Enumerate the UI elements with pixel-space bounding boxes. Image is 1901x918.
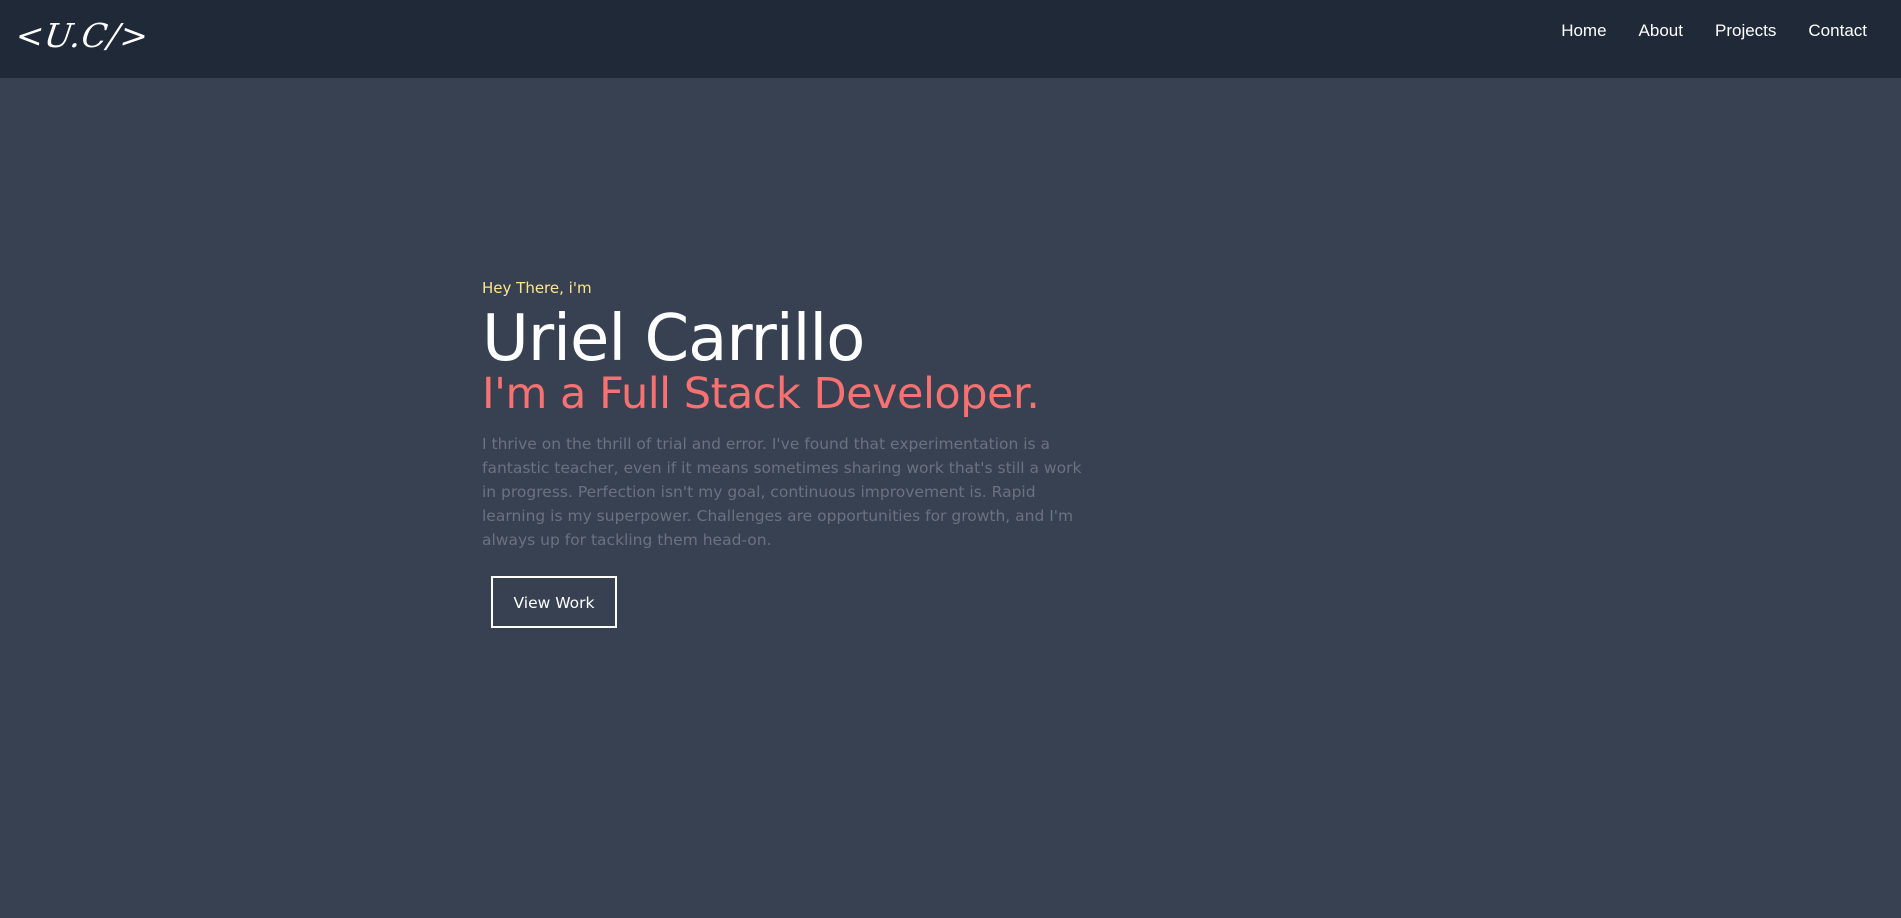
- nav-link-projects[interactable]: Projects: [1699, 15, 1792, 47]
- hero-bio: I thrive on the thrill of trial and erro…: [482, 435, 1082, 549]
- nav-link-home[interactable]: Home: [1545, 15, 1622, 47]
- view-work-button[interactable]: View Work: [491, 576, 617, 628]
- hero-role: I'm a Full Stack Developer.: [482, 369, 1040, 419]
- nav-link-about[interactable]: About: [1623, 15, 1699, 47]
- hero-section: Hey There, i'm Uriel Carrillo I'm a Full…: [482, 276, 1082, 628]
- nav-link-contact[interactable]: Contact: [1792, 15, 1883, 47]
- nav-links: Home About Projects Contact: [1545, 0, 1901, 62]
- site-logo[interactable]: <U.C/>: [13, 16, 152, 56]
- hero-greeting: Hey There, i'm: [482, 279, 592, 297]
- navbar: <U.C/> Home About Projects Contact: [0, 0, 1901, 78]
- hero-name: Uriel Carrillo: [482, 302, 865, 376]
